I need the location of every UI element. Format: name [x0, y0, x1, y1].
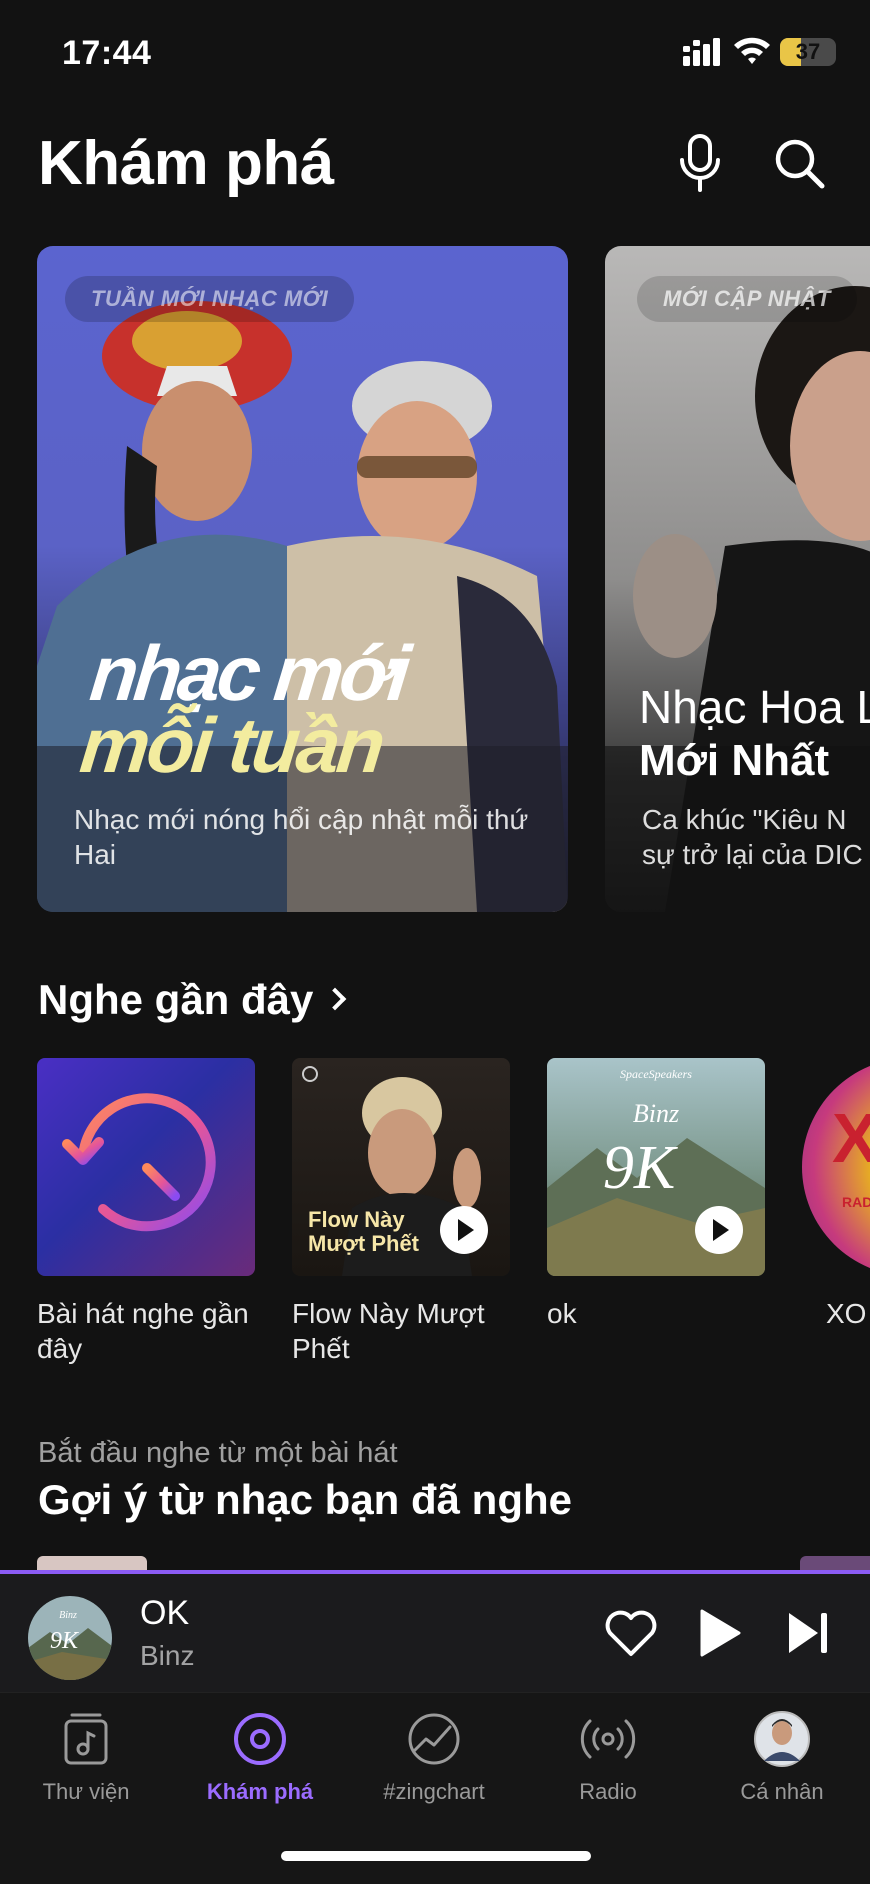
- cover-artist: Binz: [633, 1099, 679, 1128]
- recent-item-label: Flow Này Mượt Phết: [292, 1298, 485, 1364]
- banner-description-line2: sự trở lại của DIC: [642, 839, 863, 870]
- art-title: 9K: [50, 1628, 80, 1654]
- page-header: Khám phá: [0, 110, 870, 220]
- battery-icon: 37: [780, 38, 836, 66]
- nav-item-discover[interactable]: Khám phá: [185, 1709, 335, 1805]
- nav-item-profile[interactable]: Cá nhân: [707, 1709, 857, 1805]
- recent-section-title[interactable]: Nghe gần đây: [38, 976, 347, 1024]
- banner-description: Nhạc mới nóng hổi cập nhật mỗi thứ Hai: [74, 804, 529, 870]
- banner-tag: TUẦN MỚI NHẠC MỚI: [65, 276, 355, 322]
- recent-thumb: [37, 1058, 255, 1276]
- play-icon[interactable]: [695, 1206, 743, 1254]
- microphone-icon[interactable]: [672, 132, 728, 198]
- recent-item-radio[interactable]: X RADI XO: [802, 1058, 870, 1331]
- now-playing-art: Binz 9K: [28, 1596, 112, 1680]
- now-playing-artist: Binz: [140, 1640, 195, 1671]
- cover-text-line1: Flow Này: [308, 1207, 405, 1232]
- banner-headline-line2: mỗi tuần: [76, 701, 387, 789]
- discover-icon: [234, 1713, 286, 1765]
- now-playing-title: OK: [140, 1594, 190, 1632]
- nav-item-zingchart[interactable]: #zingchart: [359, 1709, 509, 1805]
- recent-item-album[interactable]: SpaceSpeakers Binz 9K ok: [547, 1058, 765, 1331]
- page-title: Khám phá: [38, 129, 334, 198]
- recent-list[interactable]: Bài hát nghe gần đây Flow Này Mượt Phết …: [0, 1058, 870, 1378]
- featured-banner-carousel[interactable]: TUẦN MỚI NHẠC MỚI nhạc mới mỗi tuần Nhạc…: [0, 246, 870, 912]
- nav-item-library[interactable]: Thư viện: [11, 1709, 161, 1805]
- nav-label: Thư viện: [42, 1779, 130, 1804]
- zingchart-icon: [408, 1713, 460, 1765]
- recent-item-history[interactable]: Bài hát nghe gần đây: [37, 1058, 255, 1366]
- chevron-right-icon: [324, 987, 347, 1011]
- banner-new-music-weekly[interactable]: TUẦN MỚI NHẠC MỚI nhạc mới mỗi tuần Nhạc…: [37, 246, 568, 912]
- heart-icon[interactable]: [604, 1610, 658, 1658]
- nav-item-radio[interactable]: Radio: [533, 1709, 683, 1805]
- cover-sub: RADI: [842, 1194, 870, 1210]
- history-icon: [62, 1093, 216, 1232]
- suggestions-subtitle: Bắt đầu nghe từ một bài hát: [38, 1437, 398, 1469]
- skip-next-icon[interactable]: [786, 1610, 830, 1656]
- cover-title: 9K: [603, 1134, 679, 1202]
- status-time: 17:44: [62, 34, 152, 72]
- banner-description: Ca khúc "Kiêu N sự trở lại của DIC: [642, 802, 870, 872]
- recent-title-text: Nghe gần đây: [38, 976, 314, 1023]
- recent-item-label: XO: [826, 1298, 867, 1329]
- status-bar: 17:44 37: [0, 0, 870, 100]
- nav-label: Radio: [579, 1779, 637, 1804]
- banner-latest-update[interactable]: MỚI CẬP NHẬT Nhạc Hoa L Mới Nhất Ca khúc…: [605, 246, 870, 912]
- recent-item-album[interactable]: Flow Này Mượt Phết Flow Này Mượt Phết: [292, 1058, 510, 1366]
- cover-text-line2: Mượt Phết: [308, 1231, 420, 1256]
- nav-label: #zingchart: [383, 1779, 485, 1804]
- recent-thumb: Flow Này Mượt Phết: [292, 1058, 510, 1276]
- art-artist: Binz: [59, 1610, 77, 1621]
- play-icon[interactable]: [440, 1206, 488, 1254]
- nav-label: Khám phá: [206, 1779, 314, 1804]
- banner-tag: MỚI CẬP NHẬT: [637, 276, 857, 322]
- banner-headline-line1: Nhạc Hoa L: [639, 681, 870, 733]
- recent-item-label: ok: [547, 1298, 577, 1329]
- play-icon[interactable]: [698, 1608, 742, 1658]
- cellular-signal-icon: [683, 38, 720, 66]
- banner-description-line1: Ca khúc "Kiêu N: [642, 804, 847, 835]
- profile-avatar-icon: [754, 1711, 810, 1767]
- playback-progress[interactable]: [0, 1570, 870, 1574]
- cover-brand: SpaceSpeakers: [620, 1067, 692, 1081]
- banner-headline-line1: nhạc mới: [86, 629, 411, 717]
- search-icon[interactable]: [770, 134, 830, 194]
- library-icon: [64, 1713, 108, 1765]
- recent-thumb: SpaceSpeakers Binz 9K: [547, 1058, 765, 1276]
- nav-label: Cá nhân: [740, 1779, 824, 1804]
- cover-text: Flow Này Mượt Phết: [308, 1208, 419, 1256]
- wifi-icon: [734, 37, 770, 64]
- banner-headline-line2: Mới Nhất: [639, 736, 830, 785]
- suggestions-title: Gợi ý từ nhạc bạn đã nghe: [38, 1476, 573, 1523]
- cover-text: X: [832, 1099, 870, 1177]
- recent-thumb: X RADI: [802, 1058, 870, 1276]
- home-indicator: [281, 1851, 591, 1861]
- radio-icon: [580, 1719, 636, 1759]
- battery-percent: 37: [795, 39, 821, 64]
- recent-item-label: Bài hát nghe gần đây: [37, 1298, 249, 1364]
- mini-player[interactable]: Binz 9K OK Binz: [0, 1570, 870, 1692]
